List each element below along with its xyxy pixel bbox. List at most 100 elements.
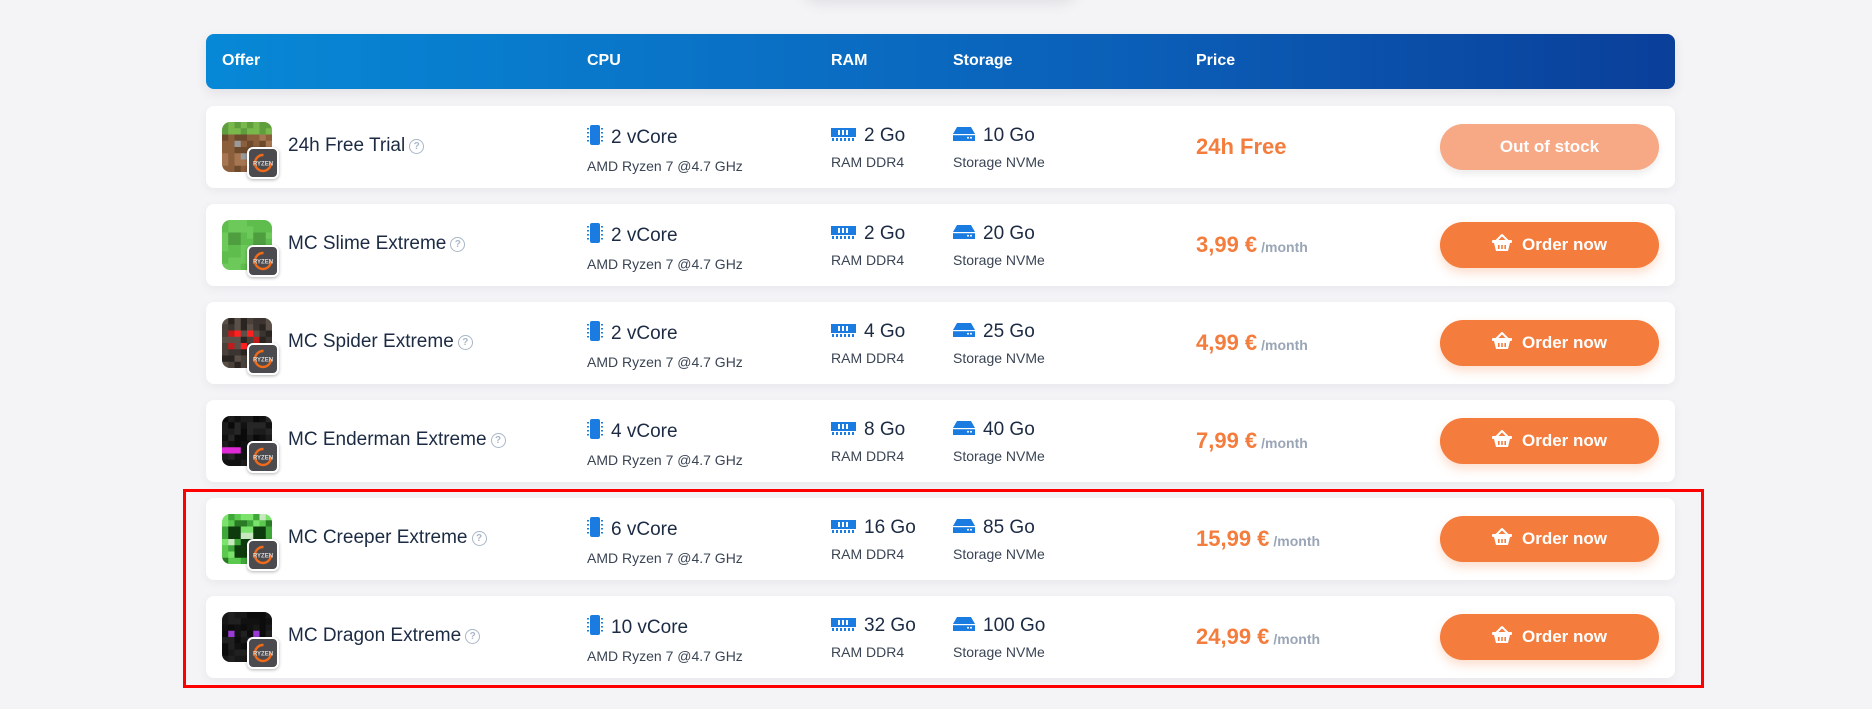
ryzen-badge-icon: RYZEN <box>247 147 279 179</box>
svg-text:RYZEN: RYZEN <box>253 260 273 266</box>
storage-type: Storage NVMe <box>953 448 1045 464</box>
offer-price: 15,99 €/month <box>1196 526 1321 551</box>
column-header-price: Price <box>1196 52 1236 69</box>
order-now-button[interactable]: Order now <box>1440 418 1659 464</box>
column-header-offer: Offer <box>222 52 261 69</box>
ram-icon <box>831 223 864 245</box>
offer-price: 24h Free <box>1196 134 1287 159</box>
help-icon[interactable]: ? <box>450 237 466 252</box>
storage-icon <box>953 321 983 343</box>
ram-value: 4 Go <box>864 321 906 342</box>
offer-name: MC Slime Extreme? <box>288 233 466 255</box>
basket-icon <box>1491 429 1522 453</box>
cpu-icon <box>587 223 611 249</box>
offer-row: RYZEN MC Dragon Extreme? 10 vCore AMD Ry… <box>206 596 1675 678</box>
offer-row: RYZEN MC Creeper Extreme? 6 vCore AMD Ry… <box>206 498 1675 580</box>
offer-name: 24h Free Trial? <box>288 135 425 157</box>
offer-row: RYZEN MC Spider Extreme? 2 vCore AMD Ryz… <box>206 302 1675 384</box>
cpu-spec: 2 vCore AMD Ryzen 7 @4.7 GHz <box>587 125 743 174</box>
cpu-value: 10 vCore <box>611 617 689 638</box>
offer-price: 7,99 €/month <box>1196 428 1308 453</box>
storage-spec: 100 Go Storage NVMe <box>953 615 1045 660</box>
order-now-button[interactable]: Order now <box>1440 320 1659 366</box>
ram-spec: 16 Go RAM DDR4 <box>831 517 916 562</box>
order-now-button[interactable]: Order now <box>1440 516 1659 562</box>
ram-spec: 32 Go RAM DDR4 <box>831 615 916 660</box>
ram-icon <box>831 125 864 147</box>
svg-text:RYZEN: RYZEN <box>253 162 273 168</box>
storage-type: Storage NVMe <box>953 154 1045 170</box>
cpu-icon <box>587 125 611 151</box>
ram-type: RAM DDR4 <box>831 546 905 562</box>
cpu-spec: 2 vCore AMD Ryzen 7 @4.7 GHz <box>587 223 743 272</box>
cpu-model: AMD Ryzen 7 @4.7 GHz <box>587 354 743 370</box>
storage-value: 10 Go <box>983 125 1035 146</box>
cpu-value: 2 vCore <box>611 127 678 148</box>
cpu-spec: 6 vCore AMD Ryzen 7 @4.7 GHz <box>587 517 743 566</box>
help-icon[interactable]: ? <box>465 629 481 644</box>
order-now-button[interactable]: Order now <box>1440 222 1659 268</box>
storage-icon <box>953 419 983 441</box>
offer-name: MC Enderman Extreme? <box>288 429 506 451</box>
ram-type: RAM DDR4 <box>831 350 905 366</box>
storage-spec: 85 Go Storage NVMe <box>953 517 1045 562</box>
ram-type: RAM DDR4 <box>831 644 905 660</box>
order-now-button[interactable]: Order now <box>1440 614 1659 660</box>
storage-spec: 25 Go Storage NVMe <box>953 321 1045 366</box>
ram-icon <box>831 419 864 441</box>
help-icon[interactable]: ? <box>409 139 425 154</box>
ryzen-badge-icon: RYZEN <box>247 441 279 473</box>
column-header-ram: RAM <box>831 52 868 69</box>
cpu-model: AMD Ryzen 7 @4.7 GHz <box>587 648 743 664</box>
storage-value: 100 Go <box>983 615 1046 636</box>
cpu-icon <box>587 419 611 445</box>
cpu-model: AMD Ryzen 7 @4.7 GHz <box>587 256 743 272</box>
storage-spec: 40 Go Storage NVMe <box>953 419 1045 464</box>
cpu-spec: 2 vCore AMD Ryzen 7 @4.7 GHz <box>587 321 743 370</box>
column-header-cpu: CPU <box>587 52 621 69</box>
cpu-icon <box>587 615 611 641</box>
storage-icon <box>953 615 983 637</box>
storage-icon <box>953 517 983 539</box>
storage-spec: 10 Go Storage NVMe <box>953 125 1045 170</box>
storage-type: Storage NVMe <box>953 644 1045 660</box>
price-period: /month <box>1261 435 1308 451</box>
offer-row: RYZEN MC Enderman Extreme? 4 vCore AMD R… <box>206 400 1675 482</box>
svg-text:RYZEN: RYZEN <box>253 554 273 560</box>
storage-type: Storage NVMe <box>953 252 1045 268</box>
storage-spec: 20 Go Storage NVMe <box>953 223 1045 268</box>
ram-icon <box>831 615 864 637</box>
cpu-value: 6 vCore <box>611 519 678 540</box>
storage-type: Storage NVMe <box>953 546 1045 562</box>
cpu-spec: 10 vCore AMD Ryzen 7 @4.7 GHz <box>587 615 743 664</box>
offer-price: 3,99 €/month <box>1196 232 1308 257</box>
storage-value: 85 Go <box>983 517 1035 538</box>
ram-value: 32 Go <box>864 615 916 636</box>
help-icon[interactable]: ? <box>471 531 487 546</box>
help-icon[interactable]: ? <box>490 433 506 448</box>
cpu-model: AMD Ryzen 7 @4.7 GHz <box>587 158 743 174</box>
ram-icon <box>831 517 864 539</box>
basket-icon <box>1491 331 1522 355</box>
storage-value: 40 Go <box>983 419 1035 440</box>
svg-text:RYZEN: RYZEN <box>253 456 273 462</box>
help-icon[interactable]: ? <box>457 335 473 350</box>
svg-text:RYZEN: RYZEN <box>253 652 273 658</box>
ram-type: RAM DDR4 <box>831 252 905 268</box>
ryzen-badge-icon: RYZEN <box>247 539 279 571</box>
basket-icon <box>1491 527 1522 551</box>
ram-spec: 2 Go RAM DDR4 <box>831 125 905 170</box>
ram-value: 16 Go <box>864 517 916 538</box>
cpu-value: 4 vCore <box>611 421 678 442</box>
cpu-value: 2 vCore <box>611 323 678 344</box>
ryzen-badge-icon: RYZEN <box>247 637 279 669</box>
offer-name: MC Creeper Extreme? <box>288 527 487 549</box>
out-of-stock-button[interactable]: Out of stock <box>1440 124 1659 170</box>
cpu-icon <box>587 517 611 543</box>
basket-icon <box>1491 625 1522 649</box>
price-period: /month <box>1273 533 1321 549</box>
ram-value: 2 Go <box>864 125 906 146</box>
offer-row: RYZEN 24h Free Trial? 2 vCore AMD Ryzen … <box>206 106 1675 188</box>
storage-value: 25 Go <box>983 321 1035 342</box>
price-period: /month <box>1261 239 1308 255</box>
